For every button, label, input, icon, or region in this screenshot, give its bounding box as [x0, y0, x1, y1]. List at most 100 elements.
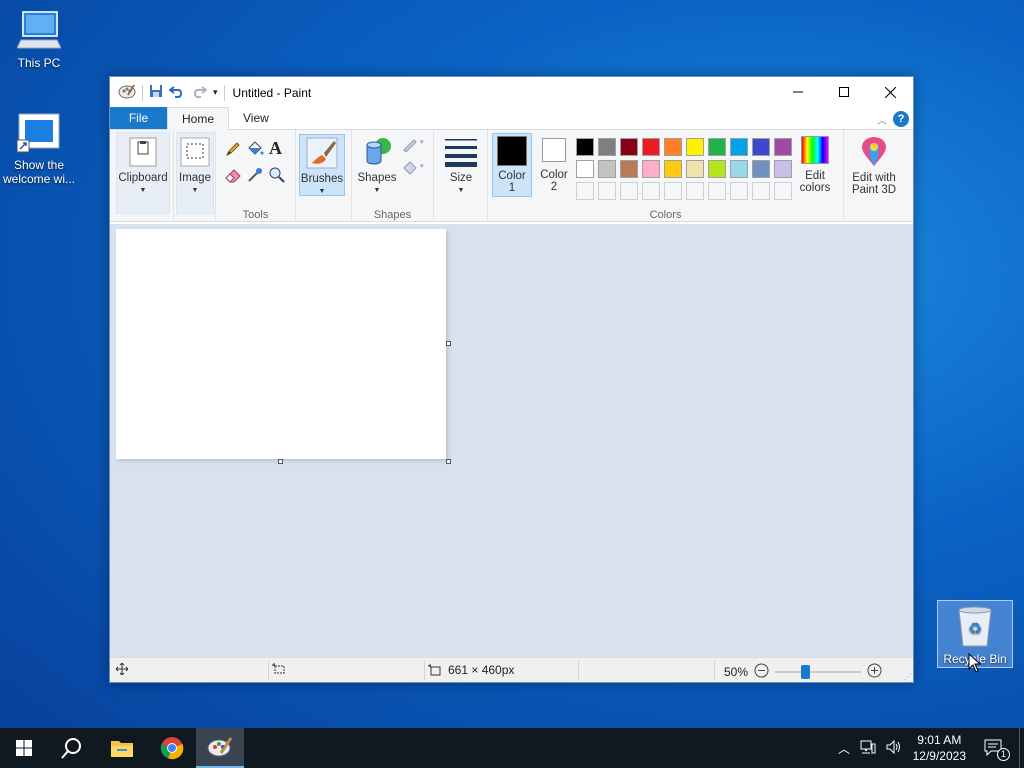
- zoom-level: 50%: [724, 665, 749, 679]
- show-hidden-icons-chevron-up-icon[interactable]: ︿: [838, 740, 850, 757]
- color-swatch[interactable]: [686, 160, 704, 178]
- color-swatch[interactable]: [752, 138, 770, 156]
- color-swatch[interactable]: [774, 160, 792, 178]
- chevron-down-icon: ▼: [373, 187, 381, 194]
- size-button[interactable]: Size ▼: [438, 134, 484, 196]
- color-swatch[interactable]: [686, 138, 704, 156]
- fill-icon[interactable]: ▾: [402, 160, 426, 179]
- color-swatch[interactable]: [620, 138, 638, 156]
- window-resize-grip-icon[interactable]: ⋰: [904, 672, 912, 681]
- text-tool-icon[interactable]: A: [269, 138, 282, 159]
- minimize-ribbon-chevron-up-icon[interactable]: ︿: [877, 112, 887, 127]
- start-button[interactable]: [0, 728, 48, 768]
- edit-colors-button[interactable]: Edit colors: [794, 134, 836, 198]
- group-image: Image ▼: [174, 130, 216, 222]
- group-colors: Color 1 Color 2 Edit colors Colors: [488, 130, 844, 222]
- color2-button[interactable]: Color 2: [534, 133, 574, 197]
- custom-color-slot[interactable]: [576, 182, 594, 200]
- color2-swatch: [542, 138, 566, 162]
- custom-color-slot[interactable]: [708, 182, 726, 200]
- color-swatch[interactable]: [708, 160, 726, 178]
- separator: [142, 84, 143, 101]
- color-swatch[interactable]: [752, 160, 770, 178]
- taskbar-chrome[interactable]: [148, 728, 196, 768]
- paint-app-icon[interactable]: [118, 83, 136, 102]
- resize-handle-right[interactable]: [446, 341, 451, 346]
- show-desktop-button[interactable]: [1019, 728, 1024, 768]
- taskbar-paint[interactable]: [196, 728, 244, 768]
- separator: [268, 660, 269, 680]
- notification-count-badge: 1: [997, 748, 1010, 761]
- color-swatch[interactable]: [664, 138, 682, 156]
- outline-icon[interactable]: ▾: [402, 136, 426, 155]
- color-swatch[interactable]: [598, 138, 616, 156]
- color-picker-icon[interactable]: [246, 166, 264, 187]
- color-swatch[interactable]: [642, 160, 660, 178]
- custom-color-slot[interactable]: [686, 182, 704, 200]
- fill-bucket-icon[interactable]: [246, 140, 264, 161]
- search-button[interactable]: [48, 728, 96, 768]
- color-swatch[interactable]: [730, 138, 748, 156]
- color-swatch[interactable]: [598, 160, 616, 178]
- color-swatch[interactable]: [708, 138, 726, 156]
- select-icon: [179, 136, 211, 168]
- brushes-button[interactable]: Brushes ▼: [299, 134, 345, 196]
- tab-file[interactable]: File: [110, 107, 167, 129]
- group-size: Size ▼: [434, 130, 488, 222]
- custom-color-slot[interactable]: [598, 182, 616, 200]
- zoom-slider-thumb[interactable]: [800, 665, 810, 679]
- system-tray: ︿: [838, 728, 902, 768]
- color-swatch[interactable]: [664, 160, 682, 178]
- custom-color-slot[interactable]: [752, 182, 770, 200]
- clock[interactable]: 9:01 AM 12/9/2023: [913, 732, 966, 764]
- drawing-canvas[interactable]: [116, 229, 446, 459]
- pencil-icon[interactable]: [224, 140, 242, 161]
- network-icon[interactable]: [860, 740, 876, 757]
- eraser-icon[interactable]: [224, 166, 242, 187]
- tab-view[interactable]: View: [229, 107, 283, 129]
- color1-button[interactable]: Color 1: [492, 133, 532, 197]
- tab-home[interactable]: Home: [167, 107, 230, 130]
- maximize-button[interactable]: [821, 77, 867, 107]
- custom-color-slot[interactable]: [620, 182, 638, 200]
- redo-icon[interactable]: [191, 84, 208, 101]
- edit-with-paint3d-button[interactable]: Edit with Paint 3D: [846, 134, 902, 198]
- zoom-slider[interactable]: [775, 665, 862, 679]
- customize-qat-chevron-down-icon[interactable]: ▾: [213, 87, 218, 98]
- clipboard-button[interactable]: Clipboard ▼: [116, 132, 170, 214]
- volume-icon[interactable]: [886, 739, 902, 757]
- resize-handle-corner[interactable]: [446, 459, 451, 464]
- resize-handle-bottom[interactable]: [278, 459, 283, 464]
- image-button[interactable]: Image ▼: [176, 132, 214, 214]
- color-swatch[interactable]: [620, 160, 638, 178]
- zoom-controls: 50%: [724, 663, 882, 681]
- desktop-icon-recycle-bin[interactable]: ♻ Recycle Bin: [937, 600, 1013, 673]
- canvas-workspace[interactable]: [110, 224, 913, 658]
- color-swatch[interactable]: [576, 160, 594, 178]
- search-icon: [61, 738, 81, 759]
- zoom-in-button[interactable]: [867, 663, 882, 681]
- shapes-button[interactable]: Shapes ▼: [354, 134, 400, 196]
- minimize-button[interactable]: [775, 77, 821, 107]
- custom-color-slot[interactable]: [642, 182, 660, 200]
- action-center-button[interactable]: 1: [976, 728, 1012, 768]
- taskbar-file-explorer[interactable]: [98, 728, 146, 768]
- color-swatch[interactable]: [576, 138, 594, 156]
- help-button[interactable]: ?: [893, 111, 909, 127]
- desktop-icon-welcome-shortcut[interactable]: Show the welcome wi...: [1, 112, 77, 186]
- svg-text:▾: ▾: [420, 163, 424, 170]
- custom-color-slot[interactable]: [730, 182, 748, 200]
- close-icon: [884, 86, 896, 98]
- undo-icon[interactable]: [168, 84, 185, 101]
- color-swatch[interactable]: [774, 138, 792, 156]
- magnifier-icon[interactable]: [268, 166, 286, 187]
- desktop-icon-this-pc[interactable]: This PC: [1, 10, 77, 70]
- chevron-down-icon: ▼: [318, 188, 326, 195]
- custom-color-slot[interactable]: [774, 182, 792, 200]
- custom-color-slot[interactable]: [664, 182, 682, 200]
- save-icon[interactable]: [149, 84, 163, 101]
- color-swatch[interactable]: [642, 138, 660, 156]
- zoom-out-button[interactable]: [754, 663, 769, 681]
- close-button[interactable]: [867, 77, 913, 107]
- color-swatch[interactable]: [730, 160, 748, 178]
